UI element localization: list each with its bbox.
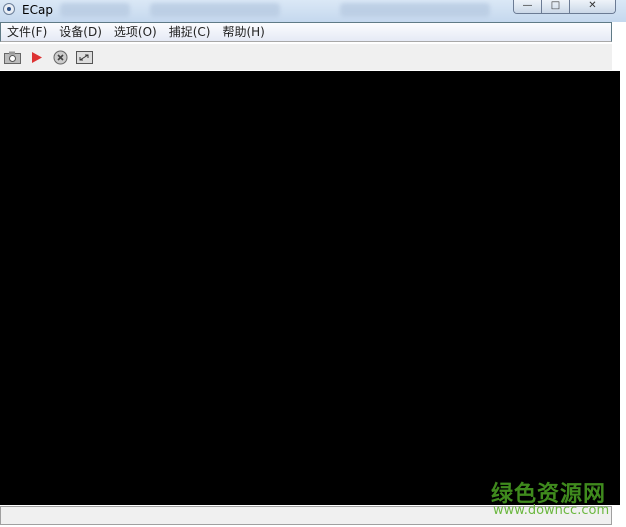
menu-options[interactable]: 选项(O) bbox=[108, 23, 163, 41]
title-bar: ECap — □ ✕ bbox=[0, 0, 626, 22]
play-button[interactable] bbox=[27, 48, 46, 66]
menu-device[interactable]: 设备(D) bbox=[53, 23, 108, 41]
play-icon bbox=[31, 51, 42, 63]
menu-capture[interactable]: 捕捉(C) bbox=[163, 23, 217, 41]
snapshot-button[interactable] bbox=[3, 48, 22, 66]
menu-file[interactable]: 文件(F) bbox=[1, 23, 53, 41]
fullscreen-button[interactable] bbox=[75, 48, 94, 66]
window-controls: — □ ✕ bbox=[513, 0, 616, 14]
window-title: ECap bbox=[22, 3, 53, 17]
minimize-button[interactable]: — bbox=[514, 0, 542, 13]
stop-icon bbox=[53, 50, 68, 64]
stop-button[interactable] bbox=[51, 48, 70, 66]
menu-help[interactable]: 帮助(H) bbox=[216, 23, 270, 41]
camera-icon bbox=[4, 51, 21, 64]
toolbar bbox=[0, 43, 612, 70]
video-preview bbox=[0, 71, 620, 505]
maximize-button[interactable]: □ bbox=[542, 0, 570, 13]
watermark-url: www.downcc.com bbox=[493, 503, 610, 518]
fullscreen-icon bbox=[76, 50, 93, 64]
close-button[interactable]: ✕ bbox=[570, 0, 615, 13]
menu-bar: 文件(F) 设备(D) 选项(O) 捕捉(C) 帮助(H) bbox=[0, 22, 612, 42]
app-icon bbox=[3, 3, 15, 15]
